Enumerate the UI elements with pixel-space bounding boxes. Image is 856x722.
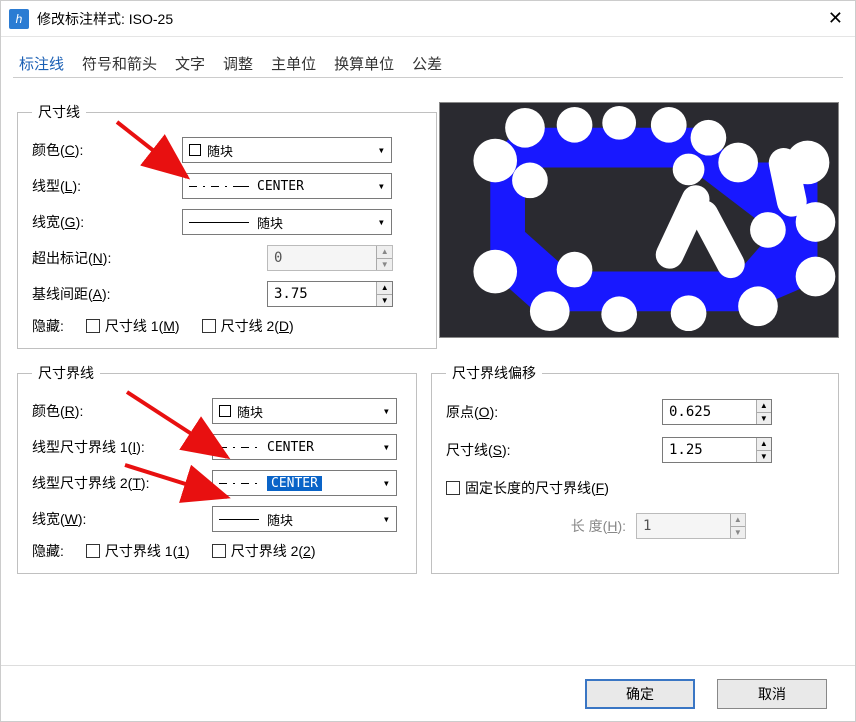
dimline-hide1-checkbox[interactable]: 尺寸线 1(M) bbox=[86, 316, 180, 336]
dimline-baseline-label: 基线间距(A): bbox=[32, 284, 267, 304]
dimline-lineweight-label: 线宽(G): bbox=[32, 212, 182, 232]
extline-lt2-combo[interactable]: CENTER ▾ bbox=[212, 470, 397, 496]
extline-group: 尺寸界线 颜色(R): 随块 ▾ 线型尺寸界线 1(I): CENTER ▾ bbox=[17, 363, 417, 574]
dimline-extend-input bbox=[268, 246, 376, 270]
spin-up-icon[interactable]: ▲ bbox=[757, 400, 771, 413]
spin-up-icon: ▲ bbox=[377, 246, 392, 259]
dimline-extend-label: 超出标记(N): bbox=[32, 248, 267, 268]
dimline-color-combo[interactable]: 随块 ▾ bbox=[182, 137, 392, 163]
dimension-preview bbox=[439, 102, 839, 338]
dimline-hide2-checkbox[interactable]: 尺寸线 2(D) bbox=[202, 316, 294, 336]
dimline-hide-label: 隐藏: bbox=[32, 316, 64, 336]
spin-up-icon[interactable]: ▲ bbox=[757, 438, 771, 451]
extline-legend: 尺寸界线 bbox=[32, 363, 100, 383]
tab-arrows[interactable]: 符号和箭头 bbox=[80, 49, 159, 78]
extline-lw-label: 线宽(W): bbox=[32, 509, 212, 529]
spin-up-icon[interactable]: ▲ bbox=[377, 282, 392, 295]
spin-up-icon: ▲ bbox=[731, 514, 745, 527]
extline-lw-combo[interactable]: 随块 ▾ bbox=[212, 506, 397, 532]
dimline-group: 尺寸线 颜色(C): 随块 ▾ 线型(L): CENTER ▾ bbox=[17, 102, 437, 349]
dimline-color-label: 颜色(C): bbox=[32, 140, 182, 160]
window-title: 修改标注样式: ISO-25 bbox=[37, 9, 173, 29]
extline-color-combo[interactable]: 随块 ▾ bbox=[212, 398, 397, 424]
offset-legend: 尺寸界线偏移 bbox=[446, 363, 542, 383]
cancel-button[interactable]: 取消 bbox=[717, 679, 827, 709]
spin-down-icon: ▼ bbox=[731, 527, 745, 539]
tab-primary[interactable]: 主单位 bbox=[269, 49, 318, 78]
extline-lt2-label: 线型尺寸界线 2(T): bbox=[32, 473, 212, 493]
offset-fixed-checkbox[interactable]: 固定长度的尺寸界线(F) bbox=[446, 478, 609, 498]
dimline-legend: 尺寸线 bbox=[32, 102, 86, 122]
tab-dimline[interactable]: 标注线 bbox=[17, 49, 66, 78]
tab-fit[interactable]: 调整 bbox=[221, 49, 255, 78]
dimline-extend-spinner: ▲▼ bbox=[267, 245, 393, 271]
offset-origin-spinner[interactable]: ▲▼ bbox=[662, 399, 772, 425]
chevron-down-icon: ▾ bbox=[383, 476, 390, 490]
offset-dim-input[interactable] bbox=[663, 438, 756, 462]
offset-origin-label: 原点(O): bbox=[446, 402, 606, 422]
offset-dim-spinner[interactable]: ▲▼ bbox=[662, 437, 772, 463]
spin-down-icon[interactable]: ▼ bbox=[757, 451, 771, 463]
extline-lt1-combo[interactable]: CENTER ▾ bbox=[212, 434, 397, 460]
tab-tol[interactable]: 公差 bbox=[410, 49, 444, 78]
extline-color-label: 颜色(R): bbox=[32, 401, 212, 421]
extline-lt1-label: 线型尺寸界线 1(I): bbox=[32, 437, 212, 457]
tab-strip: 标注线 符号和箭头 文字 调整 主单位 换算单位 公差 bbox=[17, 49, 839, 84]
offset-len-label: 长 度(H): bbox=[446, 516, 636, 536]
extline-hide1-checkbox[interactable]: 尺寸界线 1(1) bbox=[86, 541, 190, 561]
spin-down-icon[interactable]: ▼ bbox=[377, 295, 392, 307]
offset-dim-label: 尺寸线(S): bbox=[446, 440, 606, 460]
chevron-down-icon: ▾ bbox=[378, 143, 385, 157]
dimline-baseline-spinner[interactable]: ▲▼ bbox=[267, 281, 393, 307]
app-icon: h bbox=[9, 9, 29, 29]
chevron-down-icon: ▾ bbox=[383, 440, 390, 454]
extline-hide2-checkbox[interactable]: 尺寸界线 2(2) bbox=[212, 541, 316, 561]
chevron-down-icon: ▾ bbox=[378, 179, 385, 193]
chevron-down-icon: ▾ bbox=[383, 512, 390, 526]
spin-down-icon: ▼ bbox=[377, 259, 392, 271]
close-button[interactable]: ✕ bbox=[828, 8, 843, 29]
offset-len-input bbox=[637, 514, 730, 538]
extline-hide-label: 隐藏: bbox=[32, 541, 64, 561]
dimline-linetype-combo[interactable]: CENTER ▾ bbox=[182, 173, 392, 199]
titlebar: h 修改标注样式: ISO-25 ✕ bbox=[1, 1, 855, 37]
offset-origin-input[interactable] bbox=[663, 400, 756, 424]
offset-len-spinner: ▲▼ bbox=[636, 513, 746, 539]
tab-text[interactable]: 文字 bbox=[173, 49, 207, 78]
dimline-baseline-input[interactable] bbox=[268, 282, 376, 306]
tab-alt[interactable]: 换算单位 bbox=[332, 49, 396, 78]
dimline-lineweight-combo[interactable]: 随块 ▾ bbox=[182, 209, 392, 235]
spin-down-icon[interactable]: ▼ bbox=[757, 413, 771, 425]
offset-group: 尺寸界线偏移 原点(O): ▲▼ 尺寸线(S): ▲▼ bbox=[431, 363, 839, 574]
dimline-linetype-label: 线型(L): bbox=[32, 176, 182, 196]
chevron-down-icon: ▾ bbox=[383, 404, 390, 418]
ok-button[interactable]: 确定 bbox=[585, 679, 695, 709]
chevron-down-icon: ▾ bbox=[378, 215, 385, 229]
